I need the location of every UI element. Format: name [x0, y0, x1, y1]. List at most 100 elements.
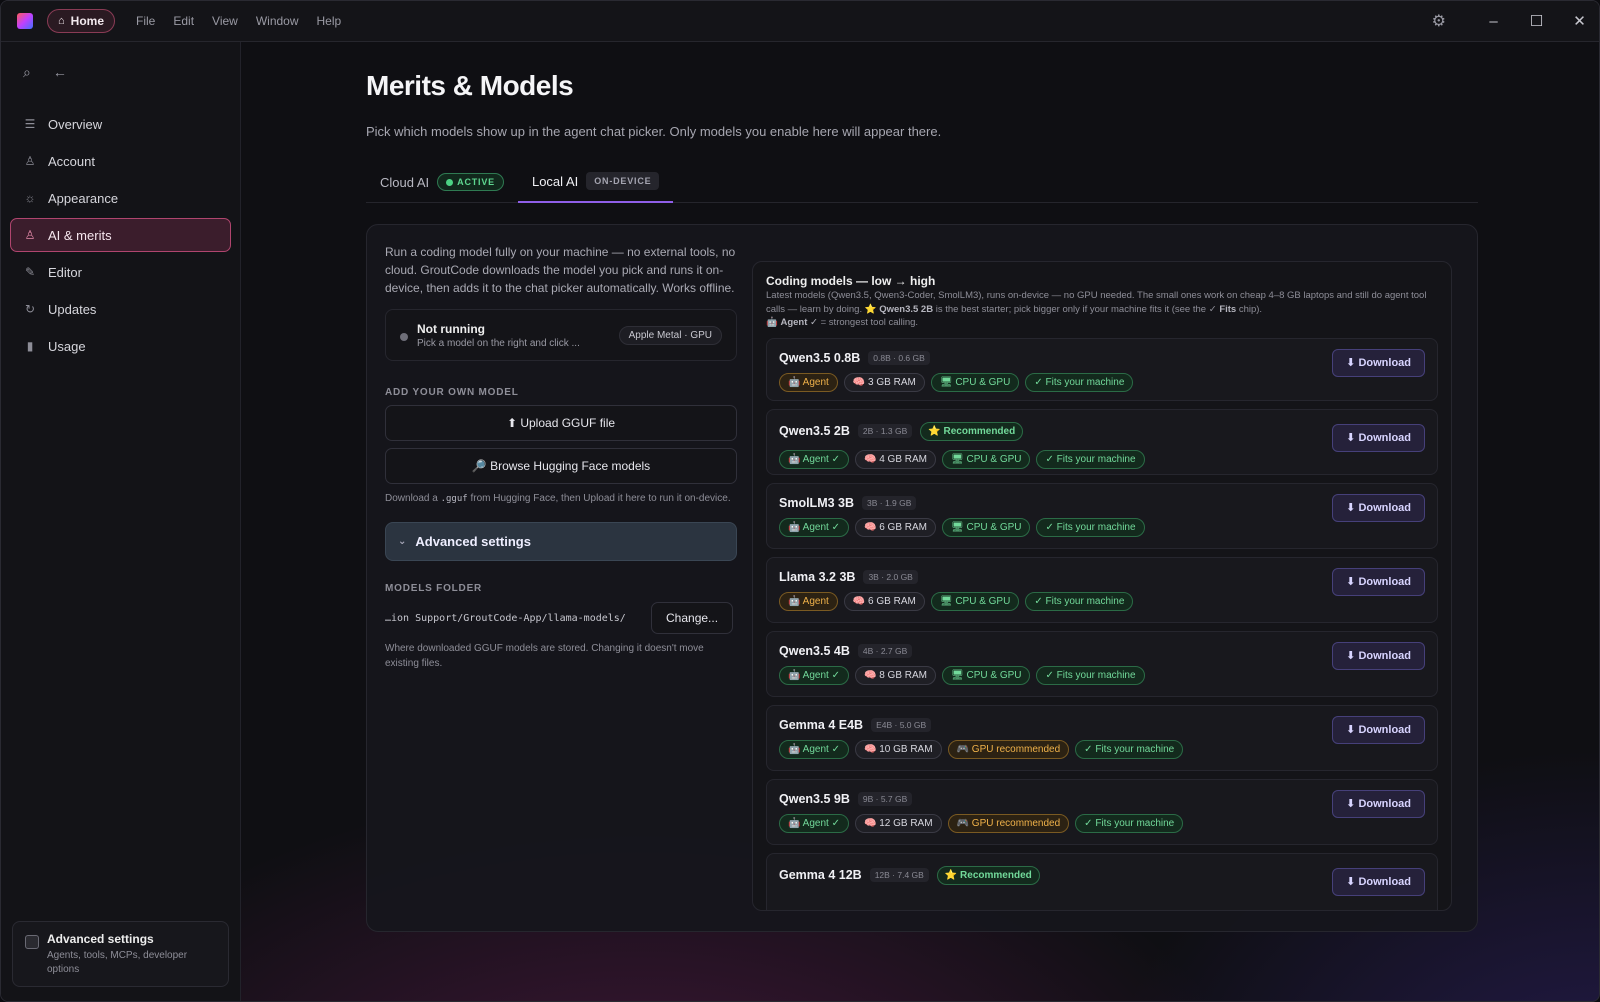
model-name: Qwen3.5 2B [779, 424, 850, 438]
desc-bold: Fits [1219, 303, 1237, 315]
model-name: Qwen3.5 9B [779, 791, 850, 806]
ram-chip: 🧠 6 GB RAM [854, 517, 936, 537]
sidebar-item-updates[interactable]: ↻ Updates [10, 292, 231, 326]
agent-chip: 🤖 Agent ✓ [779, 813, 849, 833]
sidebar-item-label: Appearance [48, 190, 119, 206]
sidebar-item-usage[interactable]: ▮ Usage [10, 329, 231, 363]
sidebar-item-label: Editor [48, 264, 82, 280]
menu-help[interactable]: Help [308, 14, 351, 28]
chevron-down-icon: ⌄ [398, 536, 407, 547]
title-bar-controls: ⚙ – ☐ ✕ [1432, 1, 1599, 42]
download-button[interactable]: ⬇ Download [1332, 789, 1425, 818]
download-button[interactable]: ⬇ Download [1332, 715, 1425, 744]
model-name: Llama 3.2 3B [779, 569, 856, 584]
menu-file[interactable]: File [127, 14, 164, 28]
sidebar-item-appearance[interactable]: ☼ Appearance [10, 181, 231, 215]
model-row: SmolLM3 3B 3B · 1.9 GB 🤖 Agent ✓ 🧠 6 GB RAM… [766, 482, 1438, 549]
fits-machine-chip: ✓ Fits your machine [1036, 449, 1145, 469]
model-size-badge: 2B · 1.3 GB [857, 424, 913, 438]
advanced-settings-title: Advanced settings [47, 932, 154, 946]
advanced-settings-checkbox[interactable] [25, 935, 39, 949]
model-title: SmolLM3 3B 3B · 1.9 GB [779, 495, 917, 510]
model-row: Qwen3.5 9B 9B · 5.7 GB 🤖 Agent ✓ 🧠 12 GB RA… [766, 778, 1438, 845]
change-folder-button[interactable]: Change... [651, 602, 734, 634]
model-size-badge: 12B · 7.4 GB [869, 868, 929, 882]
model-name: Gemma 4 E4B [779, 717, 864, 732]
settings-gear-icon[interactable]: ⚙ [1432, 11, 1446, 31]
compute-chip: 🎮 GPU recommended [947, 813, 1070, 833]
download-button[interactable]: ⬇ Download [1332, 641, 1425, 670]
sidebar-item-ai-merits[interactable]: ♙ AI & merits [10, 218, 231, 252]
minimize-icon[interactable]: – [1472, 13, 1515, 30]
app-logo-icon [17, 13, 33, 29]
sidebar-item-overview[interactable]: ☰ Overview [10, 107, 231, 141]
model-title: Qwen3.5 9B 9B · 5.7 GB [779, 791, 913, 806]
agent-chip: 🤖 Agent ✓ [779, 665, 849, 685]
ram-chip: 🧠 12 GB RAM [854, 813, 942, 833]
compute-chip: 🖥 CPU & GPU [930, 372, 1020, 392]
compute-chip: 🎮 GPU recommended [947, 739, 1070, 759]
menu-window[interactable]: Window [247, 14, 308, 28]
fits-machine-chip: ✓ Fits your machine [1036, 665, 1145, 685]
tab-cloud-ai[interactable]: Cloud AI ACTIVE [366, 161, 518, 203]
desc-bold: Agent ✓ [780, 317, 818, 328]
back-arrow-icon[interactable]: ← [53, 64, 67, 81]
model-row: Gemma 4 12B 12B · 7.4 GB ⭐ Recommended ⬇ Do… [766, 852, 1438, 910]
page-subtitle: Pick which models show up in the agent c… [366, 124, 942, 139]
coding-models-header: Coding models — low → high Latest models… [753, 262, 1451, 330]
model-title: Qwen3.5 4B 4B · 2.7 GB [779, 643, 913, 658]
app-window: ⌂ Home File Edit View Window Help ⚙ – ☐ … [0, 0, 1600, 1002]
menu-view[interactable]: View [203, 14, 247, 28]
home-button[interactable]: ⌂ Home [47, 9, 115, 33]
model-size-badge: 4B · 2.7 GB [857, 643, 913, 658]
sidebar-item-account[interactable]: ♙ Account [10, 144, 231, 178]
sidebar-nav: ☰ Overview ♙ Account ☼ Appearance ♙ AI &… [1, 107, 240, 363]
local-ai-intro: Run a coding model fully on your machine… [385, 245, 736, 295]
model-title: Gemma 4 12B 12B · 7.4 GB ⭐ Recommended [779, 865, 1040, 885]
download-button[interactable]: ⬇ Download [1332, 493, 1425, 522]
model-chips: 🤖 Agent ✓ 🧠 6 GB RAM 🖥 CPU & GPU ✓ Fits you… [779, 517, 1145, 537]
model-size-badge: 3B · 2.0 GB [863, 569, 918, 584]
home-icon: ⌂ [58, 15, 65, 27]
desc-text: chip). [1236, 303, 1263, 315]
model-size-badge: E4B · 5.0 GB [871, 717, 932, 732]
sun-icon: ☼ [24, 191, 36, 205]
model-chips: 🤖 Agent ✓ 🧠 12 GB RAM 🎮 GPU recommended ✓ F… [779, 813, 1184, 833]
tab-local-ai[interactable]: Local AI ON-DEVICE [517, 161, 674, 203]
status-subtitle: Pick a model on the right and click ... [417, 338, 580, 349]
agent-chip: 🤖 Agent ✓ [779, 449, 849, 469]
download-button[interactable]: ⬇ Download [1332, 567, 1425, 596]
ram-chip: 🧠 10 GB RAM [854, 739, 942, 759]
agent-chip: 🤖 Agent ✓ [779, 517, 849, 537]
coding-models-description: Latest models (Qwen3.5, Qwen3-Coder, Smo… [766, 289, 1438, 330]
download-button[interactable]: ⬇ Download [1332, 423, 1425, 452]
desc-text: is the best starter; pick bigger only if… [933, 303, 1220, 315]
model-row: Qwen3.5 0.8B 0.8B · 0.6 GB 🤖 Agent 🧠 3 GB R… [766, 337, 1438, 401]
sidebar-item-label: AI & merits [48, 227, 112, 243]
advanced-settings-toggle[interactable]: Advanced settings Agents, tools, MCPs, d… [12, 921, 229, 987]
download-button[interactable]: ⬇ Download [1332, 348, 1425, 377]
agent-chip: 🤖 Agent [779, 372, 838, 392]
person-icon: ♙ [24, 228, 36, 242]
download-button[interactable]: ⬇ Download [1332, 867, 1425, 896]
compute-chip: 🖥 CPU & GPU [942, 665, 1031, 685]
sidebar-toolbar: ⌕ ← [1, 42, 240, 81]
fits-machine-chip: ✓ Fits your machine [1075, 813, 1184, 833]
compute-chip: 🖥 CPU & GPU [942, 517, 1031, 537]
maximize-icon[interactable]: ☐ [1515, 12, 1558, 30]
desc-text: = strongest tool calling. [817, 317, 919, 328]
model-size-badge: 0.8B · 0.6 GB [868, 350, 930, 365]
search-icon[interactable]: ⌕ [23, 64, 31, 81]
advanced-settings-label: Advanced settings [415, 534, 531, 549]
browse-hugging-face-button[interactable]: 🔎 Browse Hugging Face models [385, 448, 737, 484]
advanced-settings-expander[interactable]: ⌄ Advanced settings [385, 522, 737, 561]
status-title: Not running [417, 322, 485, 336]
add-model-hint: Download a .gguf from Hugging Face, then… [385, 491, 737, 507]
local-ai-panel: Run a coding model fully on your machine… [366, 224, 1478, 932]
menu-edit[interactable]: Edit [164, 14, 203, 28]
badge-label: ACTIVE [457, 177, 495, 187]
upload-gguf-button[interactable]: ⬆ Upload GGUF file [385, 405, 737, 441]
sidebar-item-editor[interactable]: ✎ Editor [10, 255, 231, 289]
desc-bold: Qwen3.5 2B [879, 303, 934, 315]
close-icon[interactable]: ✕ [1558, 12, 1599, 30]
